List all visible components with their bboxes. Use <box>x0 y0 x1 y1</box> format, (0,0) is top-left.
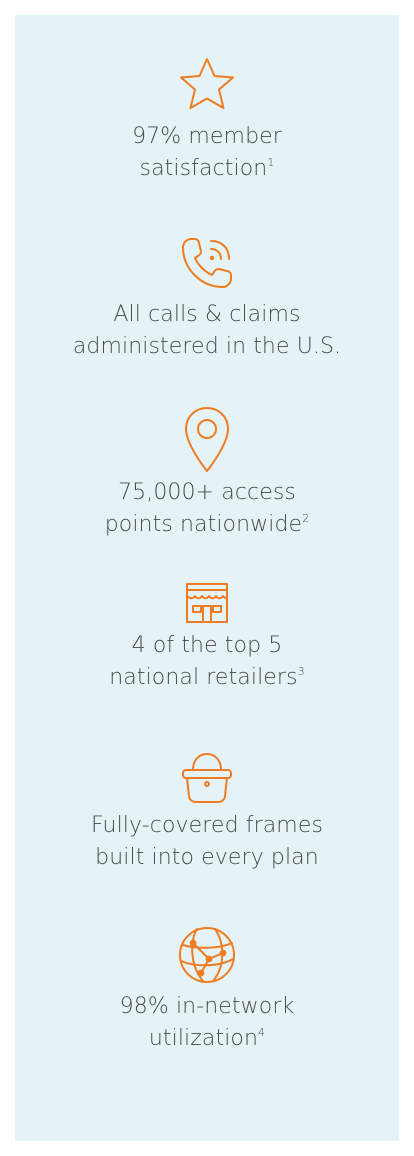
feature-line-2: utilization4 <box>148 1025 266 1051</box>
feature-line-1: Fully-covered frames <box>90 813 324 838</box>
feature-text: 97% member satisfaction1 <box>15 121 399 185</box>
storefront-icon <box>15 580 399 628</box>
globe-network-icon <box>15 923 399 987</box>
feature-line-1: All calls & claims <box>113 302 301 327</box>
feature-line-1: 98% in-network <box>119 994 295 1019</box>
footnote-1: 1 <box>267 155 275 169</box>
feature-line-2: built into every plan <box>95 845 319 870</box>
feature-in-network-utilization: 98% in-network utilization4 <box>15 923 399 1055</box>
feature-access-points: 75,000+ access points nationwide2 <box>15 405 399 541</box>
footnote-4: 4 <box>258 1025 266 1039</box>
feature-text: Fully-covered frames built into every pl… <box>15 810 399 874</box>
feature-line-2: points nationwide2 <box>104 511 310 537</box>
feature-text: 75,000+ access points nationwide2 <box>15 477 399 541</box>
footnote-3: 3 <box>297 664 305 678</box>
feature-line-1: 4 of the top 5 <box>131 633 283 658</box>
feature-text: 98% in-network utilization4 <box>15 991 399 1055</box>
feature-text: All calls & claims administered in the U… <box>15 299 399 363</box>
bag-icon <box>15 750 399 806</box>
feature-line-2: satisfaction1 <box>139 155 275 181</box>
phone-icon <box>15 231 399 295</box>
feature-national-retailers: 4 of the top 5 national retailers3 <box>15 580 399 694</box>
feature-us-administered: All calls & claims administered in the U… <box>15 231 399 363</box>
star-icon <box>15 55 399 115</box>
features-panel: 97% member satisfaction1 All calls & cla… <box>15 15 399 1141</box>
feature-text: 4 of the top 5 national retailers3 <box>15 630 399 694</box>
feature-line-1: 97% member <box>132 124 282 149</box>
feature-covered-frames: Fully-covered frames built into every pl… <box>15 750 399 874</box>
footnote-2: 2 <box>302 511 310 525</box>
location-pin-icon <box>15 405 399 475</box>
feature-line-2: administered in the U.S. <box>72 334 342 359</box>
feature-line-2: national retailers3 <box>109 664 305 690</box>
feature-line-1: 75,000+ access <box>118 480 296 505</box>
feature-member-satisfaction: 97% member satisfaction1 <box>15 55 399 185</box>
